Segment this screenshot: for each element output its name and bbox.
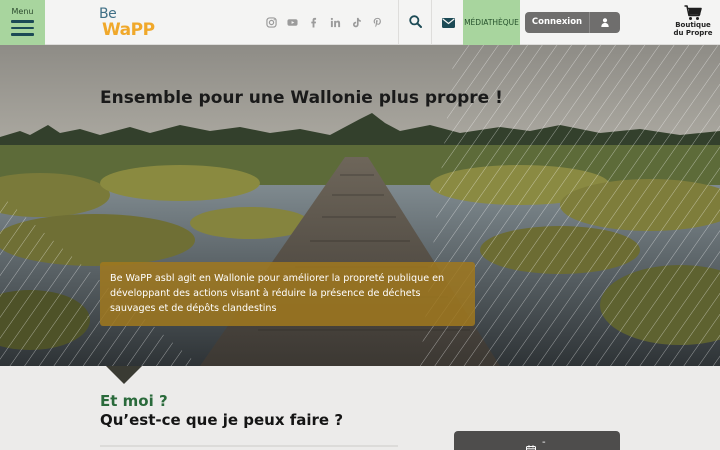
cart-icon	[684, 5, 702, 21]
linkedin-icon[interactable]	[329, 16, 341, 28]
pinterest-icon[interactable]	[372, 16, 384, 28]
mediatheque-button[interactable]: MÉDIATHÈQUE	[463, 0, 520, 45]
menu-label: Menu	[11, 7, 34, 16]
hamburger-icon	[11, 20, 34, 36]
instagram-icon[interactable]	[265, 16, 277, 28]
facebook-icon[interactable]	[308, 16, 320, 28]
shop-label-line2: du Propre	[673, 29, 713, 37]
user-icon[interactable]	[590, 12, 620, 33]
logo-text-wapp: WaPP	[102, 20, 155, 40]
login-label: Connexion	[531, 17, 583, 27]
hero-description-box: Be WaPP asbl agit en Wallonie pour améli…	[100, 262, 475, 326]
hero-banner: Ensemble pour une Wallonie plus propre !…	[0, 45, 720, 366]
login-button[interactable]: Connexion	[525, 12, 620, 33]
envelope-icon	[441, 13, 455, 32]
menu-button[interactable]: Menu	[0, 0, 45, 45]
hero-title: Ensemble pour une Wallonie plus propre !	[100, 88, 503, 108]
section-heading: Qu’est-ce que je peux faire ?	[100, 411, 344, 429]
youtube-icon[interactable]	[286, 16, 298, 28]
agenda-panel[interactable]: -	[454, 431, 620, 450]
hero-description: Be WaPP asbl agit en Wallonie pour améli…	[110, 273, 445, 314]
shop-link[interactable]: Boutique du Propre	[668, 5, 718, 41]
search-icon	[408, 13, 422, 32]
mediatheque-label: MÉDIATHÈQUE	[464, 18, 519, 27]
search-button[interactable]	[399, 0, 431, 45]
agenda-date: -	[542, 437, 546, 448]
shop-label-line1: Boutique	[675, 21, 711, 29]
tiktok-icon[interactable]	[351, 16, 363, 28]
section-kicker: Et moi ?	[100, 392, 168, 410]
site-logo[interactable]: Be WaPP	[99, 6, 161, 40]
site-header: Menu Be WaPP MÉDIATHÈQUE Connexion Bouti…	[0, 0, 720, 45]
hero-notch	[106, 366, 142, 384]
contact-button[interactable]	[432, 0, 464, 45]
social-links	[265, 16, 393, 28]
calendar-icon	[526, 440, 536, 450]
section-divider	[100, 445, 398, 447]
